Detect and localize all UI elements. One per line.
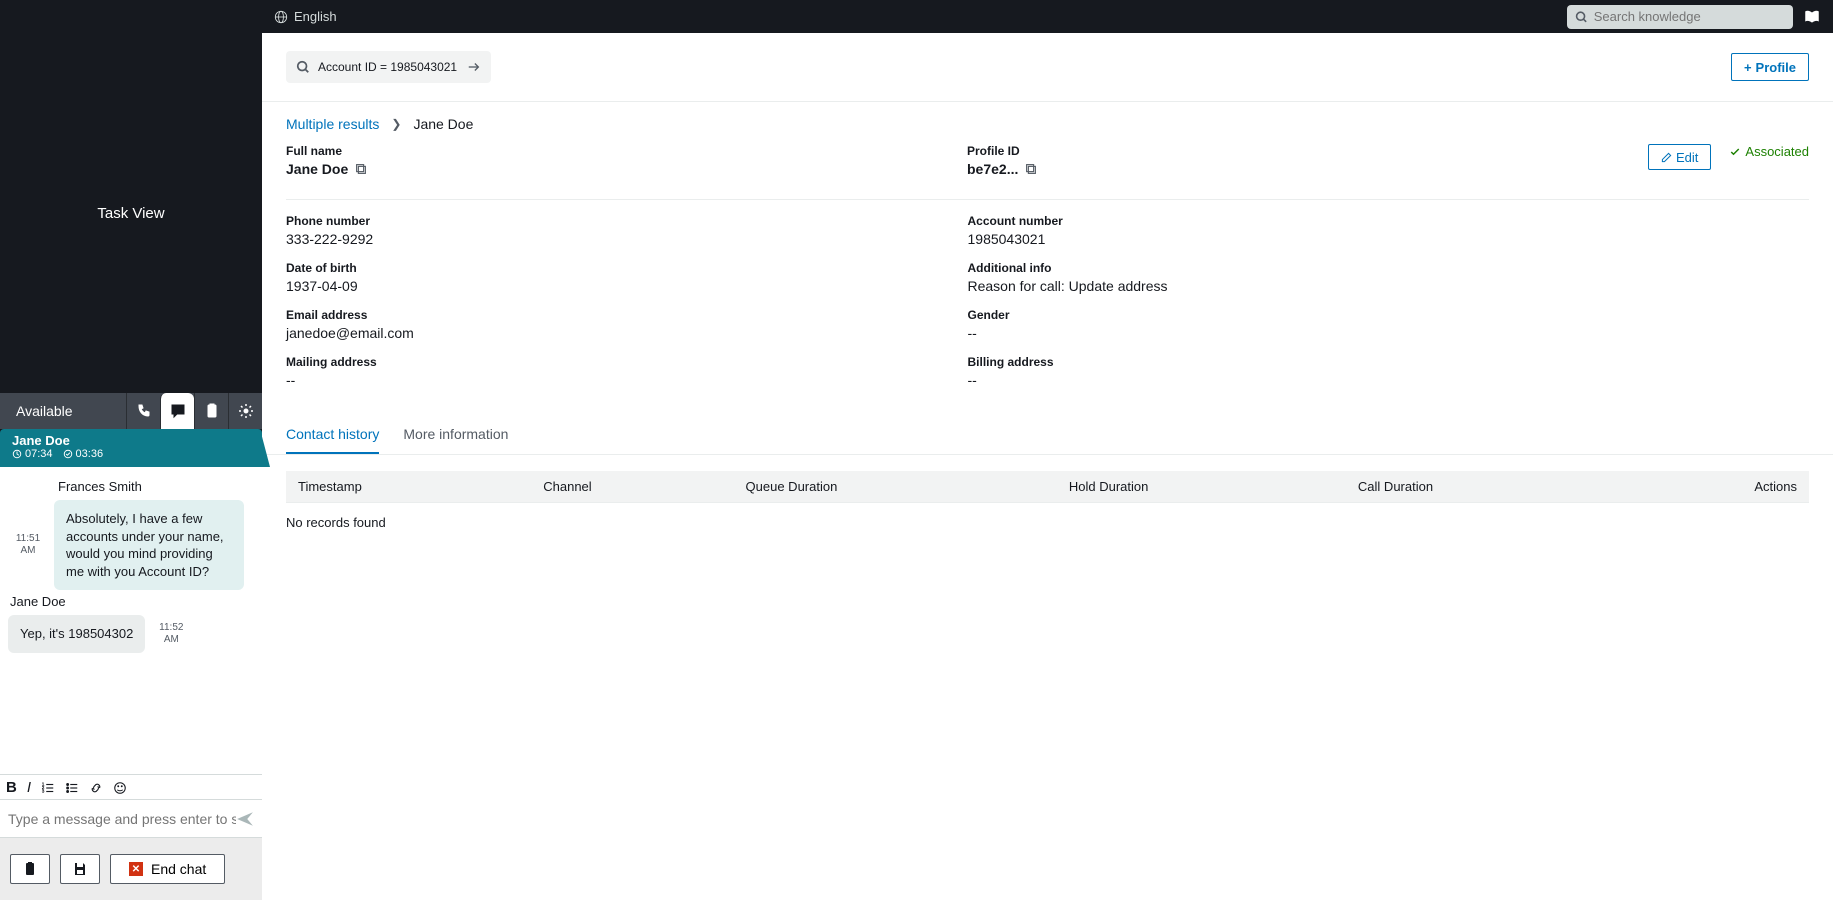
chat-tab-icon[interactable] [160,393,194,429]
task-tab-icon[interactable] [194,393,228,429]
detail-tabs: Contact history More information [262,416,1833,455]
mailing-value: -- [286,372,968,388]
th-queue-duration[interactable]: Queue Duration [734,471,1057,503]
chat-transcript: Frances Smith 11:51 AM Absolutely, I hav… [0,467,262,774]
save-button[interactable] [60,854,100,884]
th-actions[interactable]: Actions [1623,471,1809,503]
arrow-right-icon[interactable] [467,60,481,74]
th-timestamp[interactable]: Timestamp [286,471,531,503]
format-toolbar: B I 123 [0,774,262,800]
addl-label: Additional info [968,261,1650,275]
search-knowledge[interactable] [1567,5,1793,29]
clock-icon [12,449,22,459]
full-name-value: Jane Doe [286,161,348,177]
phone-tab[interactable] [126,393,160,429]
billing-label: Billing address [968,355,1650,369]
agent-status-bar: Available [0,393,262,429]
th-call-duration[interactable]: Call Duration [1346,471,1623,503]
agent-status[interactable]: Available [0,403,126,419]
search-knowledge-input[interactable] [1594,9,1785,24]
message-bubble-agent: Absolutely, I have a few accounts under … [54,500,244,590]
contact-history-table: Timestamp Channel Queue Duration Hold Du… [262,455,1833,542]
search-icon [296,60,310,74]
no-records-message: No records found [262,503,1833,542]
svg-text:3: 3 [42,788,45,793]
mailing-label: Mailing address [286,355,968,369]
clipboard-button[interactable] [10,854,50,884]
message-sender-agent: Frances Smith [58,479,254,494]
profile-button-label: Profile [1756,60,1796,75]
link-button[interactable] [89,779,103,796]
language-selector[interactable]: English [274,9,337,24]
copy-icon[interactable] [354,162,368,176]
profile-id-label: Profile ID [967,144,1648,158]
associated-status: Associated [1729,144,1809,159]
edit-button[interactable]: Edit [1648,144,1711,170]
gender-label: Gender [968,308,1650,322]
plus-icon: + [1744,60,1752,75]
breadcrumb: Multiple results ❯ Jane Doe [262,102,1833,138]
dob-value: 1937-04-09 [286,278,968,294]
full-name-label: Full name [286,144,967,158]
chat-input[interactable] [8,811,236,827]
account-value: 1985043021 [968,231,1650,247]
gender-value: -- [968,325,1650,341]
check-circle-icon [63,449,73,459]
account-label: Account number [968,214,1650,228]
main-content: Account ID = 1985043021 + Profile Multipl… [262,33,1833,900]
settings-tab-icon[interactable] [228,393,262,429]
search-bar-row: Account ID = 1985043021 + Profile [262,33,1833,102]
message-sender-customer: Jane Doe [10,594,254,609]
addl-value: Reason for call: Update address [968,278,1650,294]
phone-value: 333-222-9292 [286,231,968,247]
chevron-right-icon: ❯ [391,117,401,131]
timer-2: 03:36 [76,448,104,460]
search-query-text: Account ID = 1985043021 [318,60,457,74]
bold-button[interactable]: B [6,779,17,796]
end-chat-label: End chat [151,861,206,877]
add-profile-button[interactable]: + Profile [1731,53,1809,81]
globe-icon [274,10,288,24]
email-value: janedoe@email.com [286,325,968,341]
tab-contact-history[interactable]: Contact history [286,416,379,454]
sidebar: Task View Available Jane Doe 07:34 03:36… [0,33,262,900]
close-icon: ✕ [129,862,143,876]
th-channel[interactable]: Channel [531,471,733,503]
email-label: Email address [286,308,968,322]
message-timestamp: 11:52 AM [151,622,191,646]
emoji-button[interactable] [113,779,127,796]
check-icon [1729,146,1741,158]
ordered-list-button[interactable]: 123 [41,779,55,796]
topbar: English [0,0,1833,33]
dob-label: Date of birth [286,261,968,275]
chat-input-row [0,800,262,838]
search-icon [1575,10,1588,24]
profile-id-value: be7e2... [967,161,1018,177]
pencil-icon [1661,152,1672,163]
th-hold-duration[interactable]: Hold Duration [1057,471,1346,503]
active-chat-tab[interactable]: Jane Doe 07:34 03:36 [0,429,262,467]
tab-more-information[interactable]: More information [403,416,508,454]
language-label: English [294,9,337,24]
chat-contact-name: Jane Doe [12,433,250,448]
timer-1: 07:34 [25,448,53,460]
unordered-list-button[interactable] [65,779,79,796]
breadcrumb-current: Jane Doe [413,116,473,132]
associated-label: Associated [1745,144,1809,159]
billing-value: -- [968,372,1650,388]
search-pill[interactable]: Account ID = 1985043021 [286,51,491,83]
message-bubble-customer: Yep, it's 198504302 [8,615,145,653]
phone-label: Phone number [286,214,968,228]
chat-footer: ✕ End chat [0,838,262,900]
copy-icon[interactable] [1024,162,1038,176]
italic-button[interactable]: I [27,779,31,796]
send-icon[interactable] [236,809,254,827]
knowledge-base-icon[interactable] [1803,7,1821,25]
end-chat-button[interactable]: ✕ End chat [110,854,225,884]
breadcrumb-link[interactable]: Multiple results [286,116,379,132]
message-timestamp: 11:51 AM [8,533,48,557]
task-view-panel: Task View [0,33,262,393]
edit-label: Edit [1676,150,1698,165]
